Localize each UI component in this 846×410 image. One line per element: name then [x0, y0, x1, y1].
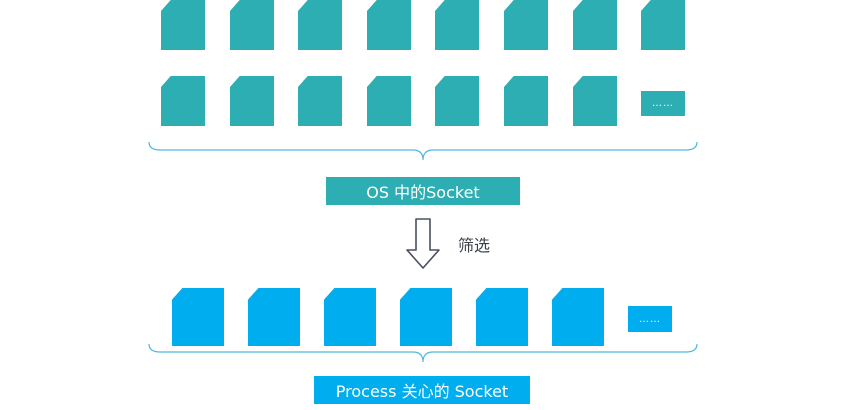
os-socket-doc — [435, 0, 479, 50]
process-socket-doc — [248, 288, 300, 346]
os-socket-doc — [435, 76, 479, 126]
process-socket-doc — [172, 288, 224, 346]
filter-label: 筛选 — [458, 236, 491, 255]
filter-arrow-icon — [406, 218, 440, 269]
os-socket-doc — [504, 76, 548, 126]
process-socket-doc — [476, 288, 528, 346]
process-ellipsis: …… — [628, 306, 672, 332]
os-socket-doc — [298, 76, 342, 126]
os-brace — [148, 141, 698, 161]
os-socket-doc — [230, 76, 274, 126]
os-socket-doc — [641, 0, 685, 50]
process-socket-label: Process 关心的 Socket — [314, 376, 530, 404]
os-socket-doc — [573, 0, 617, 50]
os-socket-doc — [367, 0, 411, 50]
os-ellipsis: …… — [641, 91, 685, 116]
process-socket-doc — [552, 288, 604, 346]
os-socket-doc — [298, 0, 342, 50]
os-socket-doc — [161, 76, 205, 126]
process-socket-doc — [324, 288, 376, 346]
os-socket-label: OS 中的Socket — [326, 177, 520, 205]
os-socket-doc — [367, 76, 411, 126]
os-socket-doc — [161, 0, 205, 50]
process-socket-doc — [400, 288, 452, 346]
os-socket-doc — [573, 76, 617, 126]
process-brace — [148, 343, 698, 363]
os-socket-doc — [230, 0, 274, 50]
os-socket-doc — [504, 0, 548, 50]
